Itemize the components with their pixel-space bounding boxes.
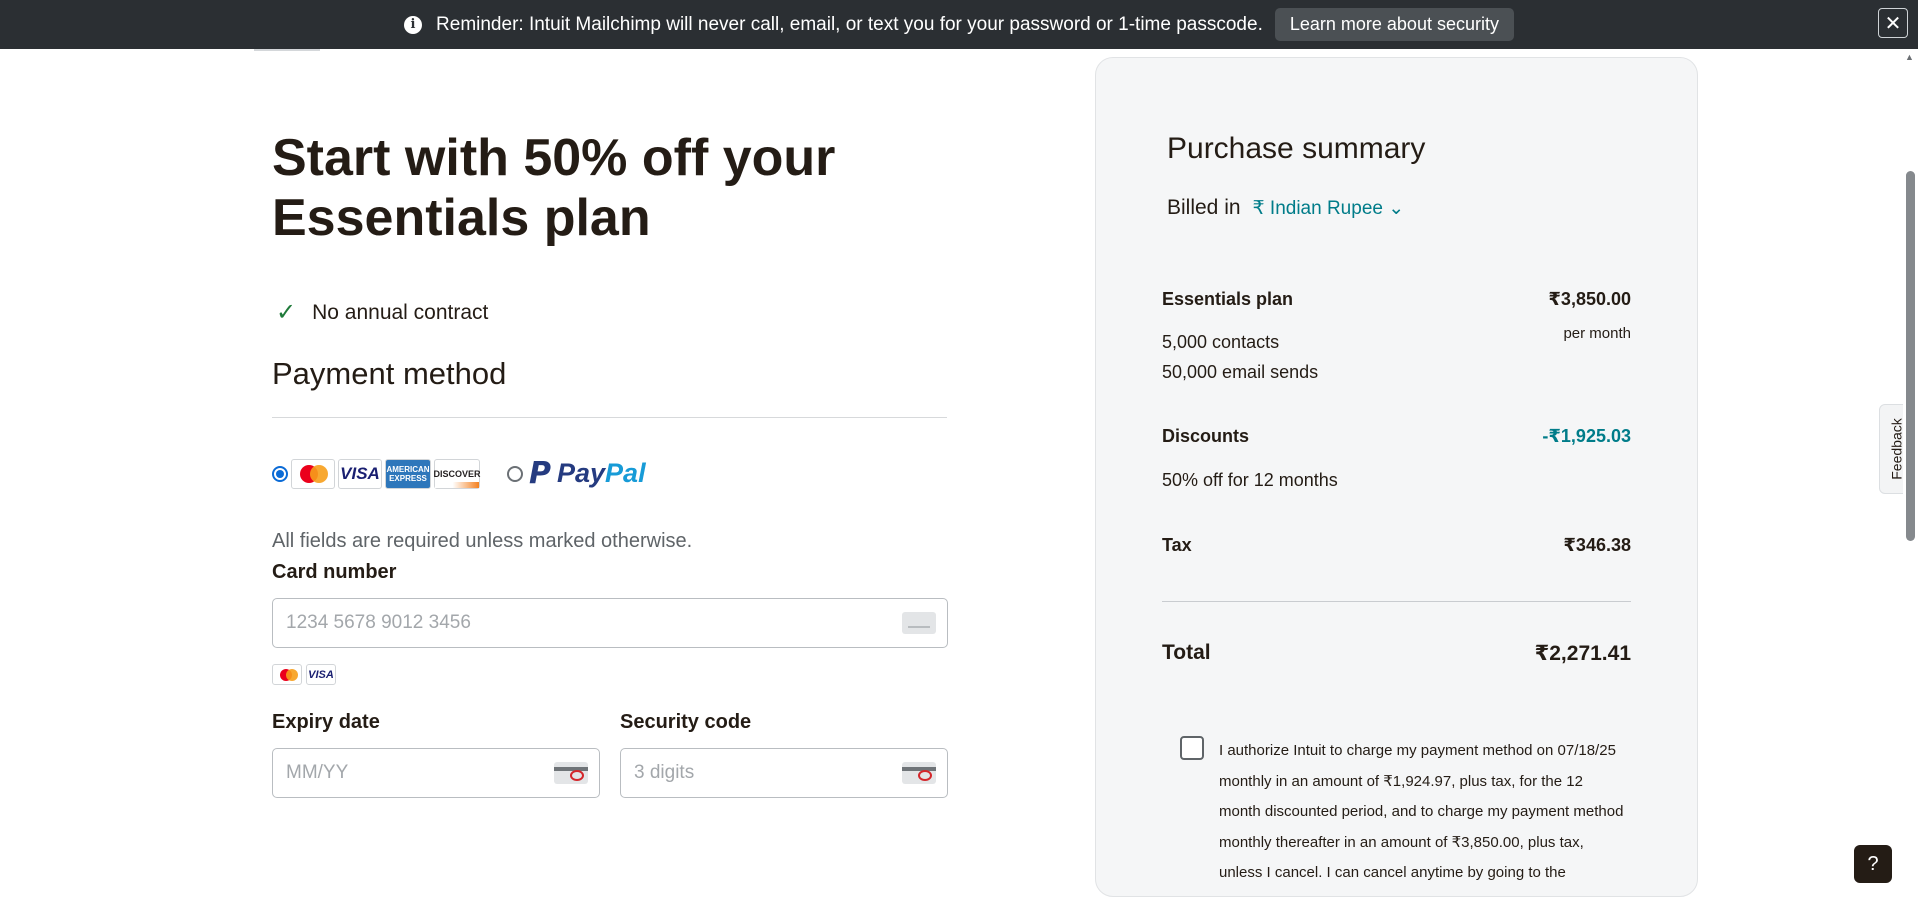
feature-no-annual-contract: ✓ No annual contract	[276, 298, 488, 327]
checkmark-icon: ✓	[276, 299, 297, 326]
billed-in-row: Billed in ₹ Indian Rupee ⌄	[1167, 196, 1404, 220]
expiry-date-field[interactable]	[272, 748, 600, 798]
card-number-label: Card number	[272, 561, 397, 583]
feature-label: No annual contract	[312, 300, 489, 324]
mastercard-icon	[291, 458, 335, 489]
paypal-logo: PayPal	[557, 458, 646, 488]
divider	[1162, 601, 1631, 602]
plan-price: ₹3,850.00	[1548, 289, 1631, 309]
visa-icon: VISA	[306, 664, 336, 685]
authorization-checkbox[interactable]	[1180, 736, 1204, 760]
paypal-radio[interactable]	[507, 465, 523, 482]
billed-in-label: Billed in	[1167, 196, 1241, 219]
plan-contacts: 5,000 contacts	[1162, 332, 1280, 352]
plan-email-sends: 50,000 email sends	[1162, 362, 1319, 382]
divider	[272, 417, 947, 418]
card-radio[interactable]	[272, 465, 288, 482]
card-number-input[interactable]	[284, 611, 806, 635]
security-code-field[interactable]	[620, 748, 948, 798]
discounts-label: Discounts	[1162, 426, 1250, 446]
breadcrumb-underline	[254, 49, 320, 51]
total-label: Total	[1162, 641, 1211, 664]
discounts-value: -₹1,925.03	[1542, 426, 1631, 446]
plan-period: per month	[1563, 325, 1631, 342]
expiry-date-input[interactable]	[284, 761, 528, 785]
purchase-summary-title: Purchase summary	[1167, 132, 1426, 165]
total-value: ₹2,271.41	[1534, 642, 1631, 665]
chevron-down-icon: ⌄	[1388, 197, 1405, 219]
mastercard-icon	[272, 664, 302, 685]
expiry-date-label: Expiry date	[272, 711, 380, 733]
card-number-field[interactable]	[272, 598, 948, 648]
security-banner: i Reminder: Intuit Mailchimp will never …	[0, 0, 1918, 49]
close-icon[interactable]: ✕	[1878, 8, 1908, 38]
paypal-option[interactable]: P PayPal	[507, 456, 646, 491]
banner-message: Reminder: Intuit Mailchimp will never ca…	[436, 13, 1263, 35]
credit-card-icon	[902, 612, 936, 634]
scrollbar-thumb[interactable]	[1906, 171, 1915, 541]
help-button[interactable]: ?	[1854, 845, 1892, 883]
card-cvv-icon	[902, 762, 936, 784]
accepted-cards: VISA	[272, 664, 336, 685]
authorization-text: I authorize Intuit to charge my payment …	[1219, 742, 1624, 881]
plan-name: Essentials plan	[1162, 289, 1294, 309]
learn-more-security-button[interactable]: Learn more about security	[1274, 8, 1514, 41]
tax-label: Tax	[1162, 535, 1192, 555]
payment-method-title: Payment method	[272, 356, 507, 391]
currency-selector[interactable]: ₹ Indian Rupee ⌄	[1253, 197, 1405, 220]
amex-icon: AMERICAN EXPRESS	[385, 458, 431, 489]
security-code-input[interactable]	[632, 761, 876, 785]
card-expiry-icon	[554, 762, 588, 784]
page-title: Start with 50% off your Essentials plan	[272, 129, 836, 247]
info-icon: i	[404, 15, 423, 34]
security-code-label: Security code	[620, 711, 752, 733]
payment-method-options: VISA AMERICAN EXPRESS DISCOVER P PayPal	[272, 456, 646, 491]
visa-icon: VISA	[338, 458, 382, 489]
scroll-up-arrow-icon[interactable]: ▲	[1905, 52, 1914, 62]
discover-icon: DISCOVER	[434, 458, 481, 489]
tax-value: ₹346.38	[1563, 535, 1631, 555]
discount-description: 50% off for 12 months	[1162, 470, 1338, 490]
required-fields-note: All fields are required unless marked ot…	[272, 530, 693, 552]
paypal-icon: P	[529, 456, 551, 491]
